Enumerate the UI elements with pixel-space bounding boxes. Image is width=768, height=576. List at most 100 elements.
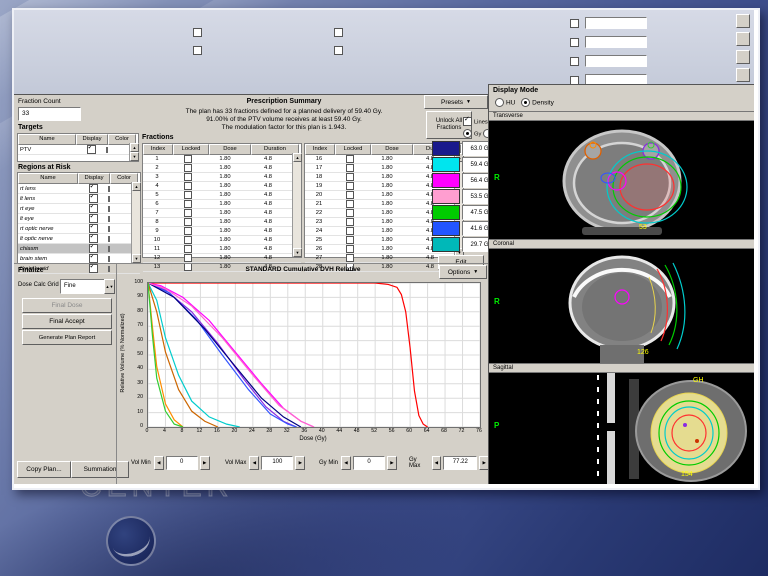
dvh-plot[interactable] — [147, 282, 481, 428]
increment-button[interactable]: ▶ — [199, 456, 210, 470]
gy-min-value[interactable]: 0 — [353, 456, 386, 470]
region-row[interactable]: rt eye — [18, 204, 140, 214]
fraction-row[interactable]: 2 1.80 4.8 — [143, 164, 301, 173]
decrement-button[interactable]: ◀ — [249, 456, 260, 470]
region-row[interactable]: lt optic nerve — [18, 234, 140, 244]
top-strip-checkbox[interactable] — [570, 56, 579, 66]
locked-checkbox[interactable] — [184, 209, 192, 217]
fraction-count-input[interactable]: 33 — [18, 107, 81, 121]
region-row[interactable]: lt eye — [18, 214, 140, 224]
display-checkbox[interactable] — [88, 214, 98, 223]
locked-checkbox[interactable] — [184, 218, 192, 226]
top-strip-checkbox[interactable] — [570, 37, 579, 47]
top-strip-button[interactable] — [736, 50, 750, 64]
locked-checkbox[interactable] — [346, 191, 354, 199]
dose-calc-spinner[interactable]: ▲▼ — [104, 279, 115, 294]
lines-checkbox[interactable] — [463, 116, 472, 126]
top-strip-field[interactable] — [585, 17, 647, 29]
color-swatch[interactable] — [108, 195, 110, 202]
final-dose-button[interactable]: Final Dose — [22, 298, 112, 313]
gy-radio[interactable] — [463, 129, 472, 138]
locked-checkbox[interactable] — [184, 200, 192, 208]
coronal-view[interactable]: R 126 — [489, 249, 754, 363]
fraction-row[interactable]: 12 1.80 4.8 — [143, 254, 301, 263]
color-swatch[interactable] — [108, 205, 110, 212]
fraction-row[interactable]: 4 1.80 4.8 — [143, 182, 301, 191]
display-checkbox[interactable] — [88, 254, 98, 263]
fraction-row[interactable]: 5 1.80 4.8 — [143, 191, 301, 200]
locked-checkbox[interactable] — [184, 236, 192, 244]
top-strip-checkbox[interactable] — [193, 46, 202, 55]
top-strip-field[interactable] — [585, 55, 647, 67]
locked-checkbox[interactable] — [346, 254, 354, 262]
increment-button[interactable]: ▶ — [387, 456, 398, 470]
locked-checkbox[interactable] — [184, 227, 192, 235]
locked-checkbox[interactable] — [184, 173, 192, 181]
top-strip-checkbox[interactable] — [570, 18, 579, 28]
locked-checkbox[interactable] — [184, 245, 192, 253]
fraction-row[interactable]: 8 1.80 4.8 — [143, 218, 301, 227]
region-row[interactable]: rt optic nerve — [18, 224, 140, 234]
vol-max-value[interactable]: 100 — [261, 456, 294, 470]
locked-checkbox[interactable] — [346, 227, 354, 235]
locked-checkbox[interactable] — [346, 209, 354, 217]
fraction-row[interactable]: 1 1.80 4.8 — [143, 155, 301, 164]
display-checkbox[interactable] — [88, 204, 98, 213]
dvh-options-button[interactable]: Options ▼ — [439, 265, 487, 279]
fraction-row[interactable]: 3 1.80 4.8 — [143, 173, 301, 182]
hu-radio[interactable] — [495, 98, 504, 107]
fractions-scrollbar[interactable] — [292, 153, 302, 257]
targets-scrollbar[interactable] — [129, 143, 139, 161]
fraction-row[interactable]: 11 1.80 4.8 — [143, 245, 301, 254]
display-checkbox[interactable] — [88, 184, 98, 193]
decrement-button[interactable]: ◀ — [153, 456, 164, 470]
fraction-row[interactable]: 10 1.80 4.8 — [143, 236, 301, 245]
locked-checkbox[interactable] — [346, 173, 354, 181]
color-swatch[interactable] — [108, 225, 110, 232]
fraction-row[interactable]: 9 1.80 4.8 — [143, 227, 301, 236]
display-checkbox[interactable] — [88, 194, 98, 203]
display-checkbox[interactable] — [88, 244, 98, 253]
locked-checkbox[interactable] — [346, 164, 354, 172]
locked-checkbox[interactable] — [184, 254, 192, 262]
target-row[interactable]: PTV — [18, 145, 138, 155]
color-swatch[interactable] — [108, 185, 110, 192]
regions-scrollbar[interactable] — [131, 182, 141, 263]
copy-plan-button[interactable]: Copy Plan... — [17, 461, 71, 478]
top-strip-button[interactable] — [736, 32, 750, 46]
color-swatch[interactable] — [108, 215, 110, 222]
fraction-row[interactable]: 7 1.80 4.8 — [143, 209, 301, 218]
final-accept-button[interactable]: Final Accept — [22, 314, 112, 329]
locked-checkbox[interactable] — [184, 182, 192, 190]
locked-checkbox[interactable] — [346, 155, 354, 163]
locked-checkbox[interactable] — [184, 191, 192, 199]
top-strip-button[interactable] — [736, 68, 750, 82]
dose-calc-grid-select[interactable]: Fine — [60, 279, 109, 294]
transverse-view[interactable]: R 53 — [489, 121, 754, 239]
display-checkbox[interactable] — [88, 234, 98, 243]
display-checkbox[interactable] — [86, 145, 96, 154]
top-strip-checkbox[interactable] — [334, 28, 343, 37]
locked-checkbox[interactable] — [346, 200, 354, 208]
top-strip-button[interactable] — [736, 14, 750, 28]
color-swatch[interactable] — [108, 235, 110, 242]
locked-checkbox[interactable] — [346, 182, 354, 190]
locked-checkbox[interactable] — [346, 218, 354, 226]
region-row[interactable]: chiasm — [18, 244, 140, 254]
generate-plan-report-button[interactable]: Generate Plan Report — [22, 330, 112, 345]
decrement-button[interactable]: ◀ — [341, 456, 352, 470]
presets-button[interactable]: Presets ▼ — [424, 95, 488, 109]
sagittal-view[interactable]: P GH 154 — [489, 373, 754, 484]
vol-min-value[interactable]: 0 — [165, 456, 198, 470]
locked-checkbox[interactable] — [346, 236, 354, 244]
top-strip-field[interactable] — [585, 36, 647, 48]
density-radio[interactable] — [521, 98, 531, 107]
gy-max-value[interactable]: 77.22 — [443, 456, 478, 470]
locked-checkbox[interactable] — [184, 164, 192, 172]
increment-button[interactable]: ▶ — [295, 456, 306, 470]
region-row[interactable]: rt lens — [18, 184, 140, 194]
top-strip-checkbox[interactable] — [334, 46, 343, 55]
display-checkbox[interactable] — [88, 224, 98, 233]
fraction-row[interactable]: 6 1.80 4.8 — [143, 200, 301, 209]
color-swatch[interactable] — [108, 245, 110, 252]
